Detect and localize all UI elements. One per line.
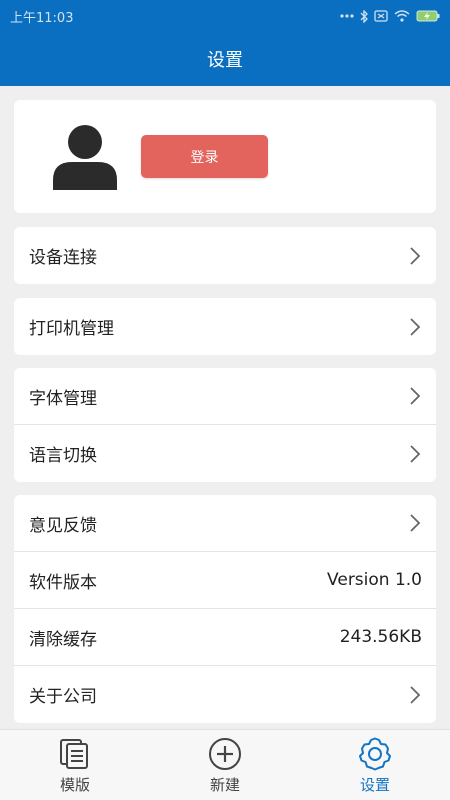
printer-card: 打印机管理 [14, 298, 436, 355]
software-version-value: Version 1.0 [327, 570, 422, 590]
status-bar: 上午11:03 [0, 0, 450, 32]
device-connection-row[interactable]: 设备连接 [14, 227, 436, 284]
chevron-right-icon [410, 246, 421, 265]
printer-management-row[interactable]: 打印机管理 [14, 298, 436, 355]
tab-settings-label: 设置 [359, 775, 390, 794]
page-title: 设置 [207, 50, 243, 71]
chevron-right-icon [410, 317, 421, 336]
sim-icon [374, 10, 388, 22]
status-time: 上午11:03 [10, 10, 74, 26]
clear-cache-row[interactable]: 清除缓存 243.56KB [14, 609, 436, 666]
chevron-right-icon [410, 444, 421, 463]
language-switch-label: 语言切换 [29, 446, 97, 466]
tab-settings[interactable]: 设置 [300, 736, 450, 795]
person-icon [53, 125, 117, 190]
tab-new[interactable]: 新建 [150, 736, 300, 795]
printer-management-label: 打印机管理 [29, 319, 114, 339]
template-icon [60, 738, 88, 769]
add-circle-icon [209, 737, 241, 770]
chevron-right-icon [410, 514, 421, 532]
software-version-label: 软件版本 [29, 572, 97, 593]
profile-card: 登录 [14, 100, 436, 213]
feedback-label: 意见反馈 [29, 515, 97, 536]
font-language-card: 字体管理 语言切换 [14, 368, 436, 482]
tab-templates-label: 模版 [59, 775, 90, 794]
bottom-nav: 模版 新建 设置 [0, 729, 450, 800]
chevron-right-icon [410, 387, 421, 405]
tab-templates[interactable]: 模版 [0, 736, 150, 795]
chevron-right-icon [410, 685, 421, 704]
bluetooth-icon [360, 9, 368, 23]
about-company-row[interactable]: 关于公司 [14, 666, 436, 723]
cache-size-value: 243.56KB [339, 627, 422, 647]
language-switch-row[interactable]: 语言切换 [14, 425, 436, 482]
gear-icon [359, 737, 391, 770]
app-header: 设置 [0, 32, 450, 86]
device-connection-label: 设备连接 [29, 248, 97, 268]
info-card: 意见反馈 软件版本 Version 1.0 清除缓存 243.56KB 关于公司 [14, 495, 436, 723]
battery-icon [416, 10, 440, 22]
feedback-row[interactable]: 意见反馈 [14, 495, 436, 552]
software-version-row: 软件版本 Version 1.0 [14, 552, 436, 609]
status-icons [340, 9, 440, 23]
tab-new-label: 新建 [209, 775, 240, 794]
font-management-row[interactable]: 字体管理 [14, 368, 436, 425]
font-management-label: 字体管理 [29, 388, 97, 409]
about-company-label: 关于公司 [29, 687, 97, 707]
clear-cache-label: 清除缓存 [29, 629, 97, 650]
wifi-icon [394, 10, 410, 22]
device-card: 设备连接 [14, 227, 436, 284]
login-button[interactable]: 登录 [141, 135, 268, 178]
dots-icon [340, 13, 354, 19]
